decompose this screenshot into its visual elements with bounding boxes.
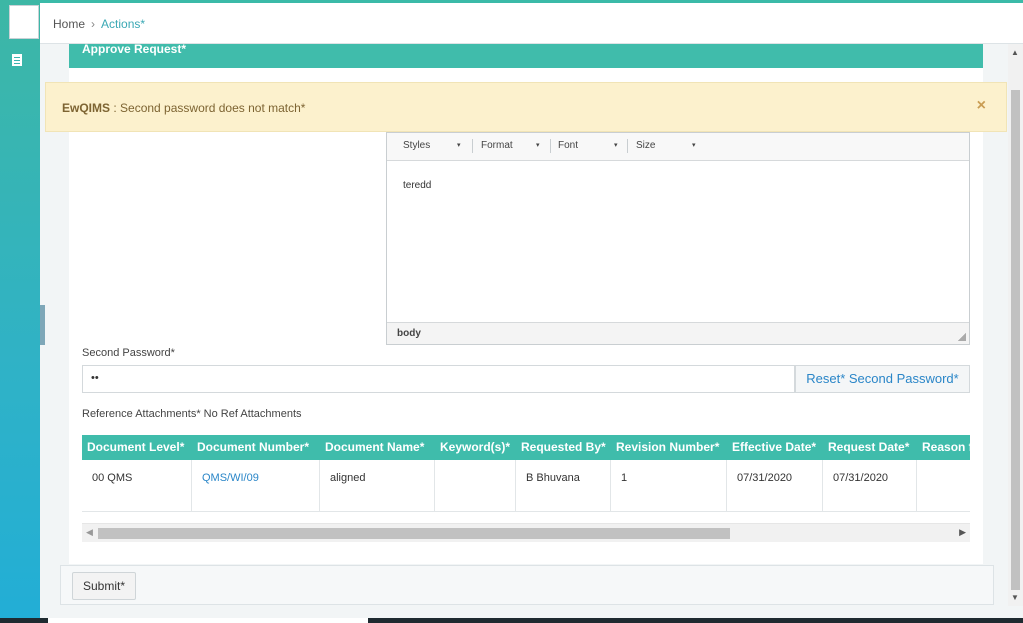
format-label: Format — [481, 140, 513, 151]
column-header[interactable]: Effective Date* — [727, 435, 823, 460]
column-header[interactable]: Reason f — [917, 435, 970, 460]
sidebar-resize-handle[interactable] — [40, 305, 45, 345]
toolbar-divider — [627, 139, 628, 153]
scroll-left-icon[interactable]: ◀ — [86, 527, 93, 538]
page-vertical-scrollbar[interactable]: ▲ ▼ — [1008, 44, 1023, 606]
column-header[interactable]: Request Date* — [823, 435, 917, 460]
chevron-down-icon: ▾ — [614, 142, 618, 149]
comment-editor: Styles ▾ Format ▾ Font ▾ Size ▾ teredd b… — [386, 132, 970, 345]
table-row[interactable]: 00 QMS QMS/WI/09 aligned B Bhuvana 1 07/… — [82, 460, 970, 512]
scrollbar-thumb[interactable] — [98, 528, 730, 539]
panel-title: Approve Request* — [69, 43, 983, 68]
error-alert: EwQIMS : Second password does not match*… — [45, 82, 1007, 132]
column-header[interactable]: Revision Number* — [611, 435, 727, 460]
document-icon[interactable] — [12, 54, 22, 66]
taskbar-segment — [48, 618, 368, 623]
format-dropdown[interactable]: Format ▾ — [481, 140, 543, 151]
second-password-input[interactable]: •• — [82, 365, 795, 393]
breadcrumb: Home › Actions* — [53, 17, 145, 31]
font-label: Font — [558, 140, 579, 151]
top-bar: Home › Actions* — [40, 0, 1023, 44]
table-cell — [435, 460, 516, 512]
table-cell: 00 QMS — [82, 460, 192, 512]
breadcrumb-current[interactable]: Actions* — [101, 17, 145, 31]
table-cell: aligned — [320, 460, 435, 512]
alert-app-name: EwQIMS — [62, 101, 111, 115]
column-header[interactable]: Requested By* — [516, 435, 611, 460]
element-path[interactable]: body — [397, 328, 421, 339]
column-header[interactable]: Document Level* — [82, 435, 192, 460]
chevron-down-icon: ▾ — [536, 142, 540, 149]
table-header: Document Level* Document Number* Documen… — [82, 435, 970, 460]
editor-status-path: body — [387, 322, 969, 344]
column-header[interactable]: Keyword(s)* — [435, 435, 516, 460]
submit-button[interactable]: Submit* — [72, 572, 136, 600]
scroll-down-icon[interactable]: ▼ — [1011, 593, 1019, 602]
sidebar-toggle-button[interactable] — [9, 5, 39, 39]
alert-text: : Second password does not match* — [110, 101, 306, 115]
table-cell: 07/31/2020 — [823, 460, 917, 512]
table-horizontal-scrollbar[interactable]: ◀ ▶ — [82, 523, 970, 542]
chevron-right-icon: › — [91, 17, 96, 31]
column-header[interactable]: Document Number* — [192, 435, 320, 460]
table-cell: 1 — [611, 460, 727, 512]
editor-content[interactable]: teredd — [403, 180, 431, 191]
alert-message: EwQIMS : Second password does not match* — [62, 101, 305, 115]
font-dropdown[interactable]: Font ▾ — [558, 140, 622, 151]
document-number-link[interactable]: QMS/WI/09 — [192, 460, 320, 512]
sidebar — [0, 0, 40, 623]
form-footer: Submit* — [60, 565, 994, 605]
reset-second-password-button[interactable]: Reset* Second Password* — [795, 365, 970, 393]
size-dropdown[interactable]: Size ▾ — [636, 140, 700, 151]
resize-handle-icon[interactable] — [958, 333, 966, 341]
documents-table: Document Level* Document Number* Documen… — [82, 435, 970, 512]
second-password-label: Second Password* — [82, 347, 175, 359]
breadcrumb-home[interactable]: Home — [53, 17, 85, 31]
toolbar-divider — [550, 139, 551, 153]
toolbar-divider — [472, 139, 473, 153]
styles-label: Styles — [403, 140, 431, 151]
chevron-down-icon: ▾ — [457, 142, 461, 149]
table-cell — [917, 460, 970, 512]
scroll-up-icon[interactable]: ▲ — [1011, 48, 1019, 57]
size-label: Size — [636, 140, 656, 151]
close-icon[interactable]: × — [977, 97, 986, 115]
scroll-right-icon[interactable]: ▶ — [959, 527, 966, 538]
table-cell: 07/31/2020 — [727, 460, 823, 512]
chevron-down-icon: ▾ — [692, 142, 696, 149]
reference-attachments-label: Reference Attachments* No Ref Attachment… — [82, 408, 302, 420]
column-header[interactable]: Document Name* — [320, 435, 435, 460]
table-cell: B Bhuvana — [516, 460, 611, 512]
scrollbar-thumb[interactable] — [1011, 90, 1020, 590]
taskbar-strip — [0, 618, 1023, 623]
styles-dropdown[interactable]: Styles ▾ — [403, 140, 465, 151]
editor-toolbar: Styles ▾ Format ▾ Font ▾ Size ▾ — [387, 133, 969, 161]
